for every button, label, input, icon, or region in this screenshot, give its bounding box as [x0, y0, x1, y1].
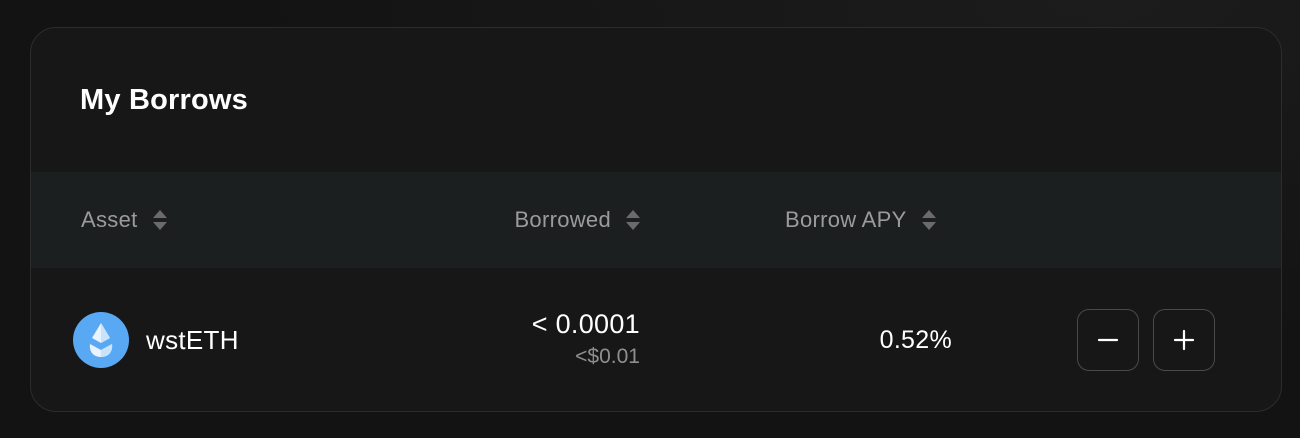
table-row: wstETH < 0.0001 <$0.01 0.52%: [31, 268, 1281, 411]
my-borrows-card: My Borrows Asset Borrowed Borrow APY wst…: [30, 27, 1282, 412]
wsteth-token-icon: [73, 312, 129, 368]
repay-button[interactable]: [1077, 309, 1139, 371]
plus-icon: [1173, 329, 1195, 351]
sort-icon: [626, 210, 640, 230]
column-header-asset[interactable]: Asset: [81, 172, 168, 268]
column-header-borrowed[interactable]: Borrowed: [514, 172, 641, 268]
borrow-more-button[interactable]: [1153, 309, 1215, 371]
sort-icon: [152, 210, 167, 230]
column-header-label: Borrowed: [514, 207, 611, 232]
column-header-label: Borrow APY: [785, 207, 907, 232]
borrowed-usd-value: <$0.01: [575, 345, 640, 368]
minus-icon: [1097, 338, 1119, 342]
borrowed-cell: < 0.0001 <$0.01: [532, 308, 640, 372]
column-header-borrow-apy[interactable]: Borrow APY: [785, 172, 937, 268]
borrowed-amount: < 0.0001: [531, 309, 640, 339]
table-header: Asset Borrowed Borrow APY: [31, 172, 1281, 268]
asset-cell: wstETH: [73, 312, 239, 368]
borrow-apy-value: 0.52%: [879, 326, 952, 354]
card-title: My Borrows: [80, 84, 248, 116]
column-header-label: Asset: [81, 207, 138, 232]
asset-name: wstETH: [146, 324, 239, 355]
sort-icon: [921, 210, 936, 230]
page: My Borrows Asset Borrowed Borrow APY wst…: [0, 0, 1300, 438]
